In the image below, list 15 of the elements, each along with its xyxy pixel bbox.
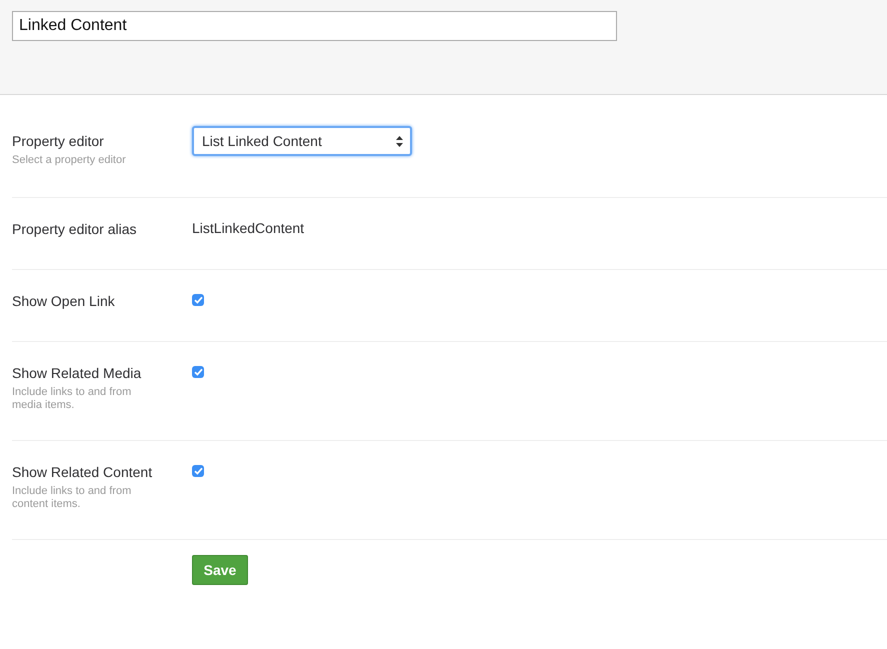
property-label: Property editor alias bbox=[12, 220, 138, 239]
property-description: Include links to and from media items. bbox=[12, 386, 132, 412]
property-label: Show Open Link bbox=[12, 292, 116, 311]
checkbox[interactable] bbox=[192, 465, 204, 477]
updown-icon bbox=[396, 136, 403, 146]
property-label: Show Related Media bbox=[12, 364, 142, 383]
checkbox[interactable] bbox=[192, 294, 204, 306]
alias-text: ListLinkedContent bbox=[192, 219, 304, 237]
property-label: Show Related Content bbox=[12, 463, 154, 482]
property-description: Select a property editor bbox=[12, 154, 127, 167]
name-field[interactable]: Linked Content bbox=[12, 11, 617, 41]
property-description: Include links to and from content items. bbox=[12, 485, 132, 511]
checkbox[interactable] bbox=[192, 366, 204, 378]
property-editor-select[interactable]: List Linked Content bbox=[192, 126, 412, 156]
property-label: Property editor bbox=[12, 132, 105, 151]
